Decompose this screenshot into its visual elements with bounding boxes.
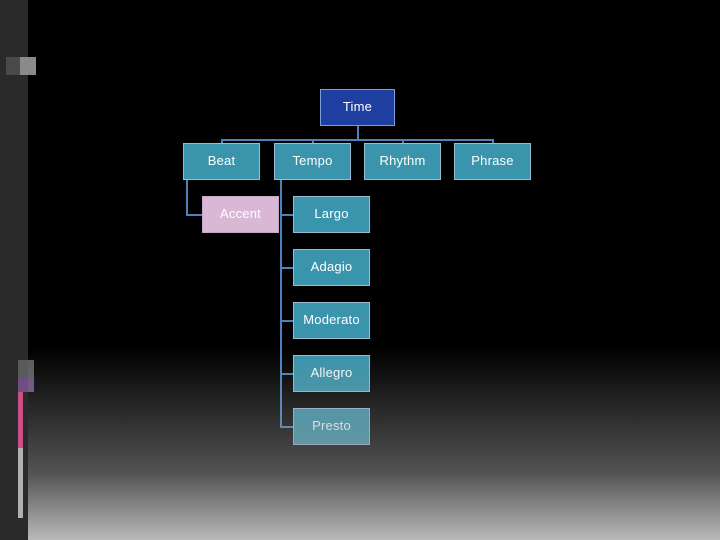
connector-tempo-to-adagio	[280, 267, 294, 269]
node-phrase[interactable]: Phrase	[454, 143, 531, 180]
gutter-mark-6	[18, 448, 23, 518]
node-accent[interactable]: Accent	[202, 196, 279, 233]
node-presto[interactable]: Presto	[293, 408, 370, 445]
gutter-mark-5	[18, 392, 23, 448]
node-moderato[interactable]: Moderato	[293, 302, 370, 339]
connector-tempo-to-largo	[280, 214, 294, 216]
gutter-mark-4	[18, 378, 34, 392]
connector-beat-spine	[186, 180, 188, 215]
node-allegro[interactable]: Allegro	[293, 355, 370, 392]
slide-left-gutter	[0, 0, 28, 540]
node-tempo[interactable]: Tempo	[274, 143, 351, 180]
slide-canvas: Time Beat Tempo Rhythm Phrase Accent Lar…	[0, 0, 720, 540]
connector-root-stem	[357, 126, 359, 140]
node-adagio[interactable]: Adagio	[293, 249, 370, 286]
node-time[interactable]: Time	[320, 89, 395, 126]
connector-level1-bus	[221, 139, 493, 141]
connector-tempo-to-allegro	[280, 373, 294, 375]
gutter-mark-3	[18, 360, 34, 378]
connector-tempo-to-moderato	[280, 320, 294, 322]
gutter-mark-2	[20, 57, 36, 75]
connector-beat-to-accent	[186, 214, 202, 216]
node-largo[interactable]: Largo	[293, 196, 370, 233]
node-beat[interactable]: Beat	[183, 143, 260, 180]
node-rhythm[interactable]: Rhythm	[364, 143, 441, 180]
connector-tempo-to-presto	[280, 426, 294, 428]
connector-tempo-spine	[280, 180, 282, 428]
slide-bottom-gradient	[28, 300, 720, 540]
